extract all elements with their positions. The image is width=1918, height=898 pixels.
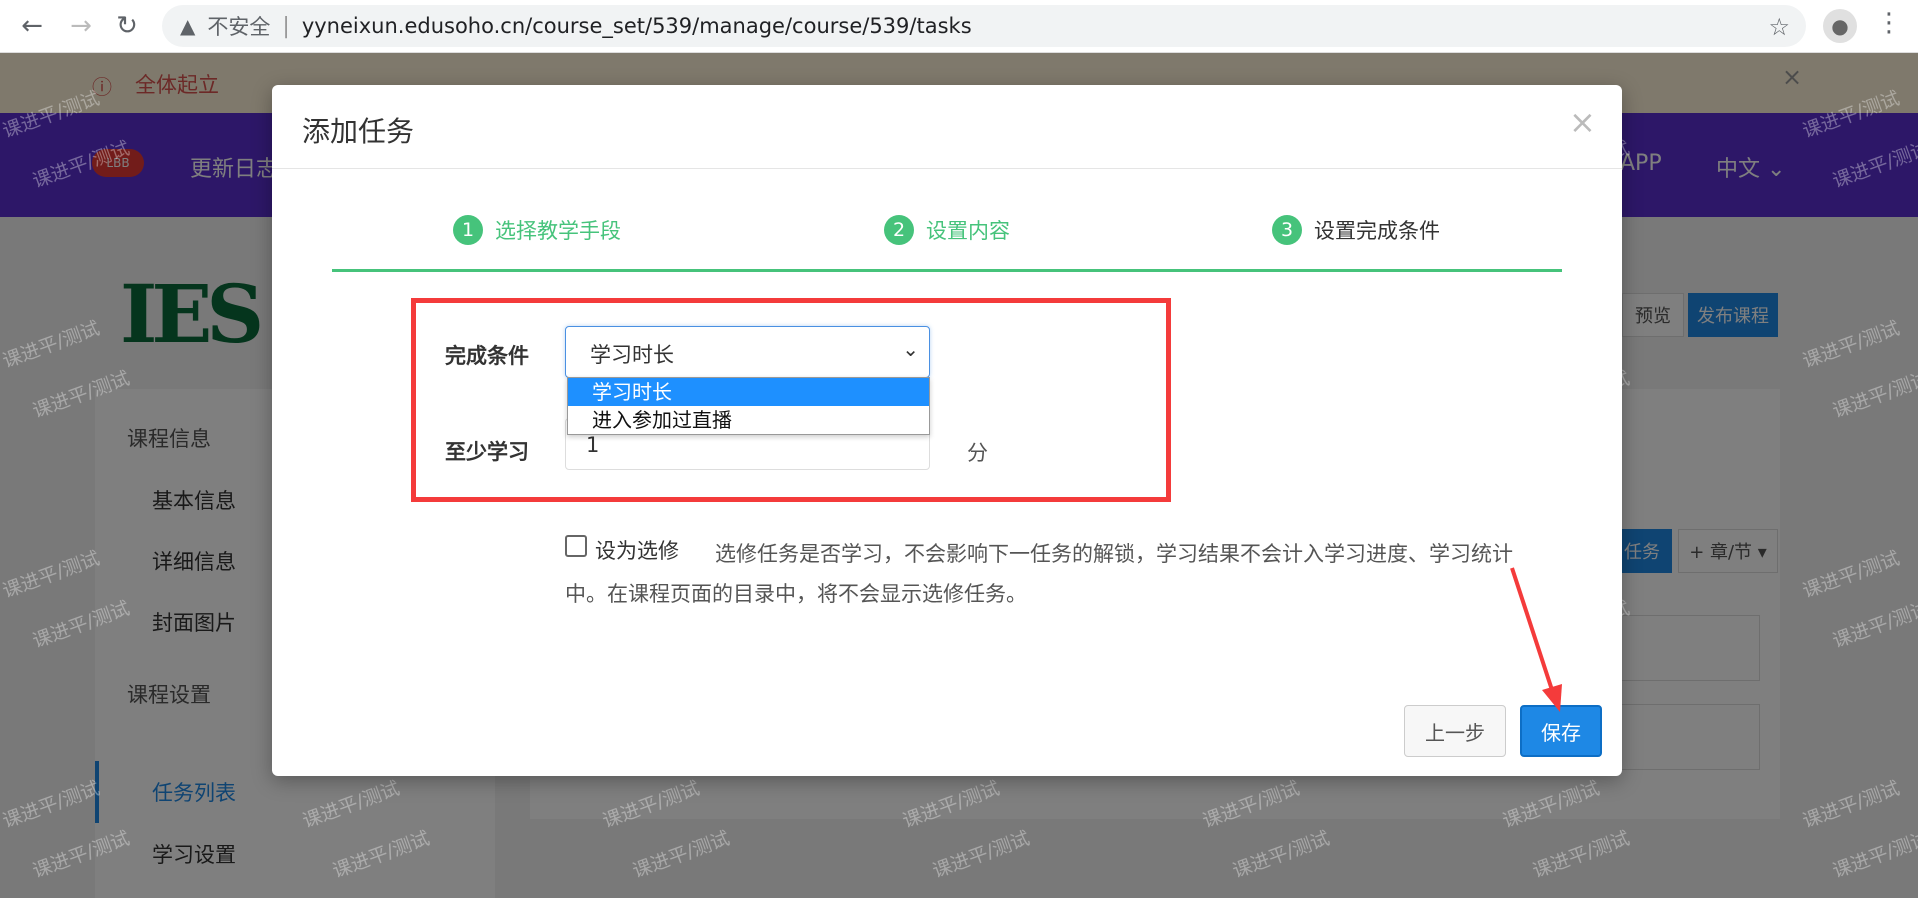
modal-divider bbox=[272, 168, 1622, 169]
unit-label: 分 bbox=[967, 441, 988, 465]
menu-icon[interactable]: ⋮ bbox=[1876, 8, 1902, 38]
min-study-value: 1 bbox=[586, 433, 600, 457]
insecure-label: 不安全 bbox=[207, 15, 271, 39]
option-study-duration[interactable]: 学习时长 bbox=[568, 378, 929, 406]
complete-condition-label: 完成条件 bbox=[445, 344, 529, 368]
omnibox-separator: | bbox=[282, 13, 290, 39]
step-label: 设置内容 bbox=[926, 219, 1010, 243]
warning-icon: ▲ bbox=[180, 14, 196, 38]
step-progress-line bbox=[332, 269, 1562, 272]
address-bar[interactable]: ▲ 不安全 | yyneixun.edusoho.cn/course_set/5… bbox=[162, 5, 1806, 47]
step-number: 1 bbox=[453, 215, 483, 245]
step-1: 1 选择教学手段 bbox=[453, 215, 621, 245]
condition-dropdown-list: 学习时长 进入参加过直播 bbox=[567, 377, 930, 435]
select-value: 学习时长 bbox=[590, 343, 674, 367]
elective-checkbox[interactable] bbox=[565, 535, 587, 557]
elective-label[interactable]: 设为选修 bbox=[595, 535, 679, 565]
step-label: 选择教学手段 bbox=[495, 219, 621, 243]
elective-description: 选修任务是否学习，不会影响下一任务的解锁，学习结果不会计入学习进度、学习统计中。… bbox=[565, 542, 1513, 606]
complete-condition-select[interactable]: 学习时长 ⌄ bbox=[565, 326, 930, 378]
url-text[interactable]: yyneixun.edusoho.cn/course_set/539/manag… bbox=[302, 14, 972, 38]
prev-step-button[interactable]: 上一步 bbox=[1404, 705, 1506, 757]
star-icon[interactable]: ☆ bbox=[1768, 13, 1790, 41]
modal-title: 添加任务 bbox=[302, 115, 415, 148]
chevron-down-icon: ⌄ bbox=[902, 337, 919, 361]
profile-icon[interactable]: ● bbox=[1823, 9, 1857, 43]
step-number: 2 bbox=[884, 215, 914, 245]
step-number: 3 bbox=[1272, 215, 1302, 245]
option-attend-live[interactable]: 进入参加过直播 bbox=[568, 406, 929, 434]
forward-icon[interactable]: → bbox=[66, 11, 96, 41]
step-3: 3 设置完成条件 bbox=[1272, 215, 1440, 245]
add-task-modal: 添加任务 × 1 选择教学手段 1 选择教学手段 2 设置内容 3 设置完成条件… bbox=[272, 85, 1622, 776]
back-icon[interactable]: ← bbox=[17, 11, 47, 41]
min-study-label: 至少学习 bbox=[445, 440, 529, 464]
step-2: 2 设置内容 bbox=[884, 215, 1010, 245]
reload-icon[interactable]: ↻ bbox=[112, 11, 142, 41]
step-label: 设置完成条件 bbox=[1314, 219, 1440, 243]
close-icon[interactable]: × bbox=[1569, 103, 1596, 141]
browser-toolbar: ← → ↻ ▲ 不安全 | yyneixun.edusoho.cn/course… bbox=[0, 0, 1918, 53]
save-button[interactable]: 保存 bbox=[1520, 705, 1602, 757]
